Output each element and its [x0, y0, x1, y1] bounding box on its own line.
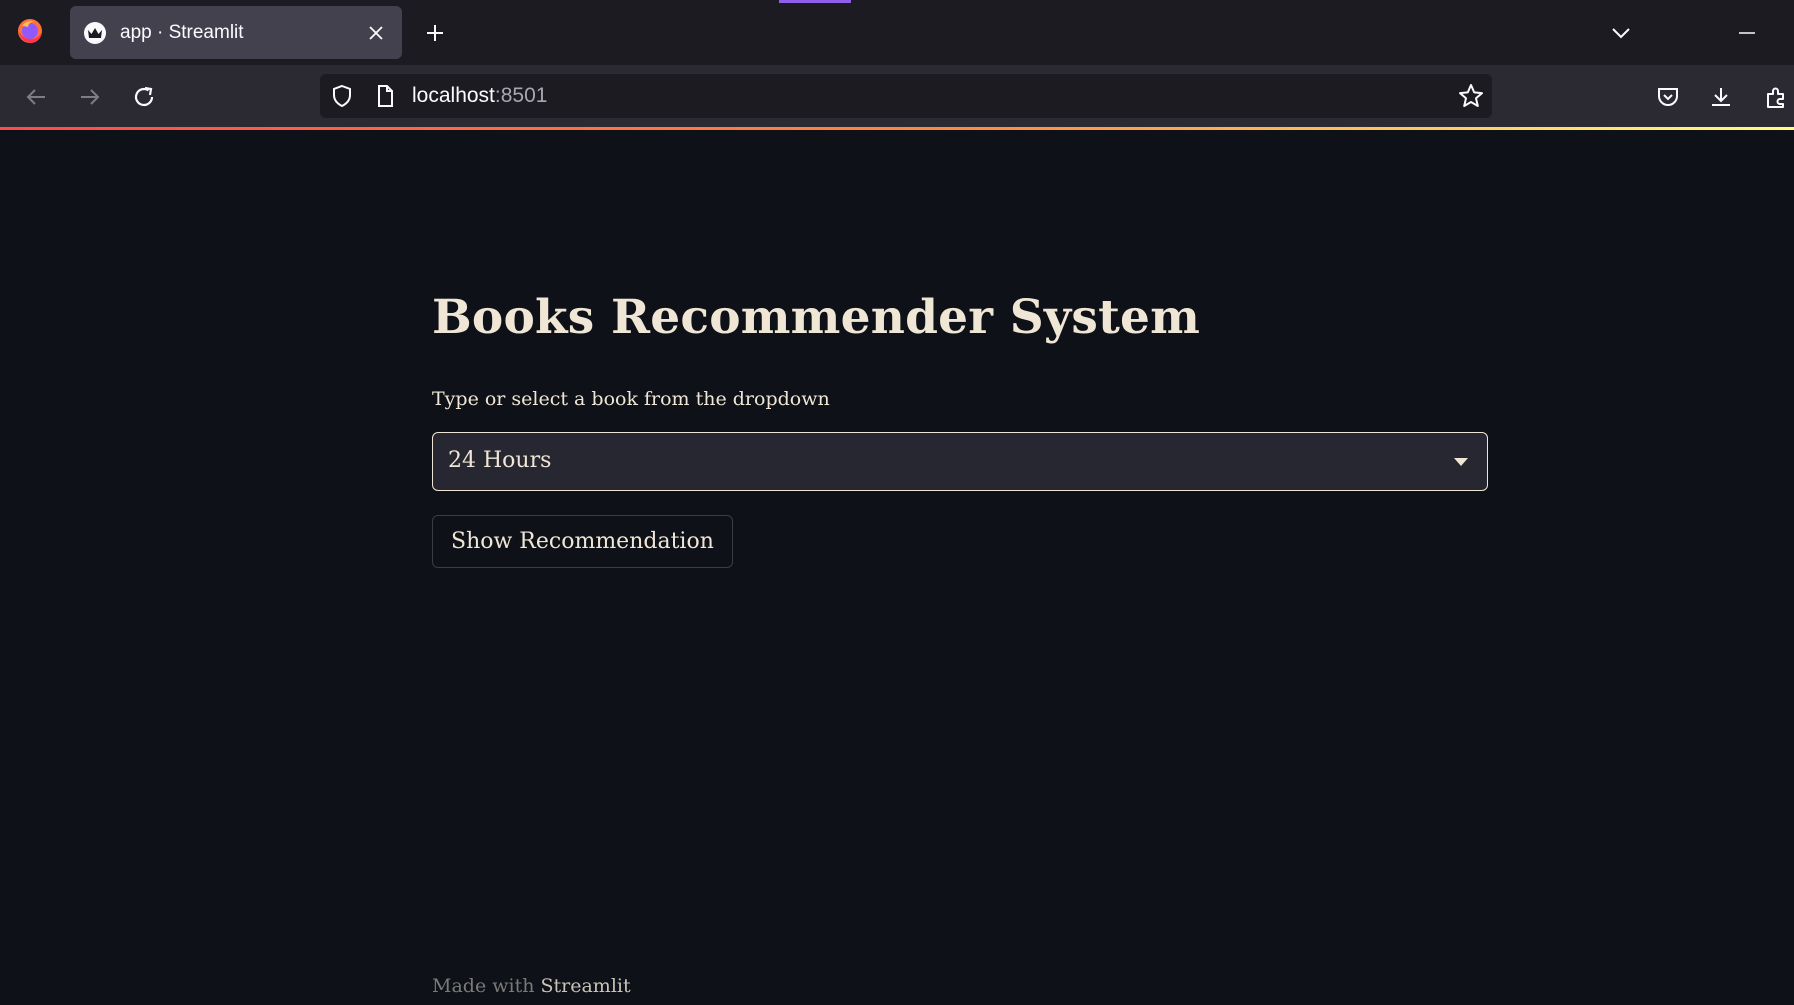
navigation-toolbar: localhost:8501 — [0, 65, 1794, 127]
app-page: Books Recommender System Type or select … — [0, 130, 1794, 1005]
list-all-tabs-button[interactable] — [1606, 18, 1636, 48]
streamlit-link[interactable]: Streamlit — [541, 975, 631, 997]
book-select-label: Type or select a book from the dropdown — [432, 388, 830, 410]
footer: Made with Streamlit — [432, 975, 631, 997]
back-button[interactable] — [20, 81, 52, 113]
tab-title: app · Streamlit — [120, 21, 244, 43]
book-select-value[interactable]: 24 Hours — [448, 448, 551, 473]
reload-button[interactable] — [128, 81, 160, 113]
tab-strip-accent — [779, 0, 851, 3]
reload-icon — [134, 86, 154, 107]
shield-icon[interactable] — [330, 84, 354, 108]
tab-strip: app · Streamlit — [0, 0, 1794, 65]
dropdown-caret-icon[interactable] — [1453, 456, 1469, 468]
forward-arrow-icon — [81, 89, 100, 105]
star-icon — [1459, 84, 1483, 107]
page-icon[interactable] — [373, 84, 397, 108]
url-text[interactable]: localhost:8501 — [412, 84, 547, 108]
book-selectbox[interactable]: 24 Hours — [432, 432, 1488, 491]
back-arrow-icon — [26, 89, 45, 105]
url-host: localhost — [412, 84, 495, 107]
minimize-icon — [1739, 32, 1755, 34]
footer-prefix: Made with — [432, 975, 535, 997]
streamlit-crown-icon — [84, 21, 106, 44]
show-recommendation-button[interactable]: Show Recommendation — [432, 515, 733, 568]
extensions-button[interactable] — [1760, 81, 1792, 113]
new-tab-button[interactable] — [420, 18, 450, 48]
chevron-down-icon — [1612, 28, 1630, 39]
forward-button[interactable] — [74, 81, 106, 113]
browser-tab-active[interactable]: app · Streamlit — [70, 6, 402, 59]
url-port: :8501 — [494, 84, 548, 107]
download-icon — [1712, 88, 1730, 106]
page-title: Books Recommender System — [432, 290, 1201, 345]
downloads-button[interactable] — [1705, 81, 1737, 113]
pocket-icon — [1658, 88, 1678, 106]
close-icon[interactable] — [364, 21, 388, 45]
pocket-button[interactable] — [1652, 81, 1684, 113]
bookmark-star-button[interactable] — [1458, 83, 1484, 109]
minimize-window-button[interactable] — [1732, 18, 1762, 48]
url-bar[interactable]: localhost:8501 — [320, 74, 1492, 118]
plus-icon — [427, 25, 443, 41]
firefox-logo-icon — [16, 17, 44, 45]
puzzle-icon — [1767, 87, 1784, 108]
